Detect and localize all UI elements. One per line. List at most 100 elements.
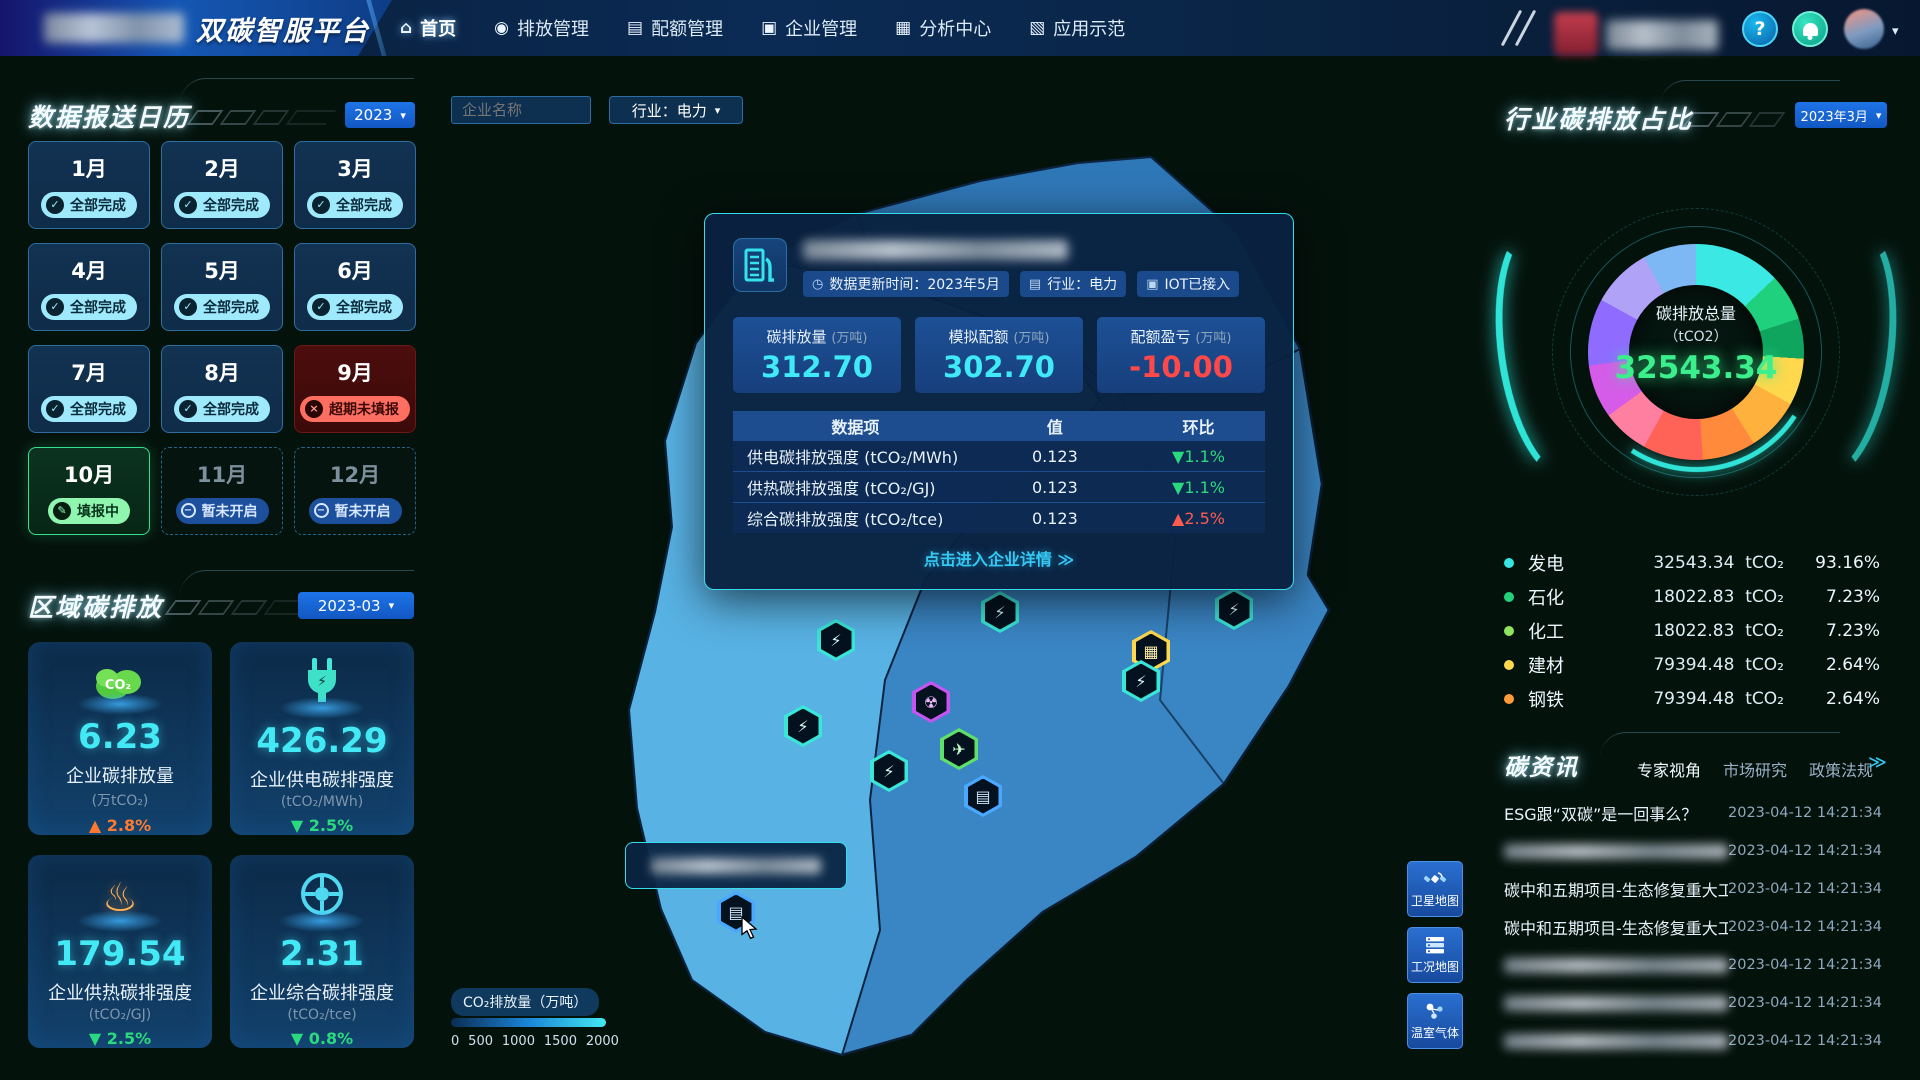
nav-item-analysis-center[interactable]: ▦ 分析中心: [895, 15, 991, 41]
stat-emission: 碳排放量 (万吨) 312.70: [733, 317, 901, 393]
server-stack-icon: [1424, 935, 1446, 955]
news-title-redacted: [1504, 996, 1728, 1011]
news-item-redacted[interactable]: 2023-04-12 14:21:34: [1504, 946, 1882, 984]
news-item[interactable]: 碳中和五期项目-生态修复重大工程 2023-04-12 14:21:34: [1504, 908, 1882, 946]
month-card-feb[interactable]: 2月 ✓全部完成: [161, 141, 283, 229]
nav-item-home[interactable]: ⌂ 首页: [400, 15, 456, 41]
metric-card-emission: CO₂ 6.23 企业碳排放量 (万tCO₂) ▲ 2.8%: [28, 642, 212, 835]
industry-filter-select[interactable]: 行业：电力▾: [609, 96, 743, 124]
news-item-redacted[interactable]: 2023-04-12 14:21:34: [1504, 984, 1882, 1022]
month-card-oct[interactable]: 10月 ✎填报中: [28, 447, 150, 535]
chevron-down-icon: ▾: [1876, 109, 1882, 122]
popup-data-table: 数据项 值 环比 供电碳排放强度 (tCO₂/MWh) 0.123 ▼1.1% …: [733, 411, 1265, 533]
factory-grid-icon: ▦: [1143, 642, 1158, 661]
industry-legend: 发电 32543.34 tCO₂ 93.16% 石化 18022.83 tCO₂…: [1504, 546, 1880, 716]
region-period-select[interactable]: 2023-03▾: [298, 592, 414, 619]
donut-center-text: 碳排放总量 （tCO2） 32543.34: [1596, 300, 1796, 386]
edit-circle-icon: ✎: [53, 502, 71, 520]
news-tabs: 专家视角 市场研究 政策法规: [1637, 757, 1873, 781]
check-circle-icon: ✓: [46, 400, 64, 418]
product-title: 双碳智服平台: [196, 9, 370, 48]
molecule-icon: [1424, 1001, 1446, 1021]
news-more-link[interactable]: ≫: [1868, 752, 1887, 773]
down-arrow-icon: ▼: [1172, 478, 1184, 497]
company-search-input[interactable]: [451, 96, 591, 124]
lightning-icon: ⚡: [994, 603, 1005, 622]
user-avatar[interactable]: [1844, 9, 1884, 49]
calendar-year-select[interactable]: 2023▾: [345, 102, 415, 128]
analysis-icon: ▦: [895, 18, 911, 38]
check-circle-icon: ✓: [179, 196, 197, 214]
minus-circle-icon: −: [314, 503, 329, 518]
chevron-down-icon: ▾: [715, 104, 721, 117]
industry-panel-title: 行业碳排放占比: [1504, 100, 1693, 136]
header-right: ? ▾: [1500, 0, 1920, 56]
month-card-mar[interactable]: 3月 ✓全部完成: [294, 141, 416, 229]
lightning-icon: ⚡: [883, 762, 894, 781]
nav-item-quota-mgmt[interactable]: ▤ 配额管理: [627, 15, 723, 41]
month-card-jun[interactable]: 6月 ✓全部完成: [294, 243, 416, 331]
region-panel-title: 区域碳排放: [28, 588, 163, 624]
enterprise-detail-link[interactable]: 点击进入企业详情 ≫: [733, 546, 1265, 570]
tab-market-research[interactable]: 市场研究: [1723, 757, 1787, 781]
layer-button-greenhouse-gas[interactable]: 温室气体: [1407, 993, 1463, 1049]
month-card-apr[interactable]: 4月 ✓全部完成: [28, 243, 150, 331]
down-arrow-icon: ▼: [89, 1029, 101, 1048]
title-slashes-decor: [192, 110, 331, 125]
nav-item-enterprise-mgmt[interactable]: ▣ 企业管理: [761, 15, 857, 41]
user-menu-caret[interactable]: ▾: [1892, 24, 1899, 39]
tab-policy-regulation[interactable]: 政策法规: [1809, 757, 1873, 781]
month-card-may[interactable]: 5月 ✓全部完成: [161, 243, 283, 331]
stat-quota-balance: 配额盈亏 (万吨) -10.00: [1097, 317, 1265, 393]
month-card-jul[interactable]: 7月 ✓全部完成: [28, 345, 150, 433]
metric-card-composite-intensity: 2.31 企业综合碳排强度 (tCO₂/tce) ▼ 0.8%: [230, 855, 414, 1048]
radiation-icon: ☢: [924, 693, 938, 712]
month-card-sep[interactable]: 9月 ×超期未填报: [294, 345, 416, 433]
check-circle-icon: ✓: [312, 298, 330, 316]
up-arrow-icon: ▲: [1172, 509, 1184, 528]
status-badge: ✓全部完成: [174, 396, 270, 422]
status-badge: ✓全部完成: [307, 192, 403, 218]
update-time-badge: ◷ 数据更新时间：2023年5月: [803, 271, 1009, 297]
legend-row-building-materials: 建材 79394.48 tCO₂ 2.64%: [1504, 648, 1880, 682]
tab-expert-view[interactable]: 专家视角: [1637, 757, 1701, 781]
iot-badge: ▣ IOT已接入: [1137, 271, 1239, 297]
minus-circle-icon: −: [181, 503, 196, 518]
month-card-jan[interactable]: 1月 ✓全部完成: [28, 141, 150, 229]
status-badge: −暂未开启: [309, 498, 402, 524]
month-card-aug[interactable]: 8月 ✓全部完成: [161, 345, 283, 433]
status-badge: ✓全部完成: [307, 294, 403, 320]
help-button[interactable]: ?: [1742, 11, 1778, 47]
news-item[interactable]: ESG跟“双碳”是一回事么？ 2023-04-12 14:21:34: [1504, 794, 1882, 832]
news-item-redacted[interactable]: 2023-04-12 14:21:34: [1504, 1022, 1882, 1060]
delta-badge: ▼ 2.5%: [89, 1029, 151, 1048]
legend-row-petrochemical: 石化 18022.83 tCO₂ 7.23%: [1504, 580, 1880, 614]
legend-row-steel: 钢铁 79394.48 tCO₂ 2.64%: [1504, 682, 1880, 716]
news-title-redacted: [1504, 1034, 1728, 1049]
change-cell: ▼1.1%: [1132, 478, 1265, 497]
layer-button-satellite[interactable]: 卫星地图: [1407, 861, 1463, 917]
emission-icon: ◉: [494, 18, 509, 38]
title-arc-decor: [180, 78, 414, 104]
lightning-icon: ⚡: [797, 717, 808, 736]
month-card-nov[interactable]: 11月 −暂未开启: [161, 447, 283, 535]
nav-item-emission-mgmt[interactable]: ◉ 排放管理: [494, 15, 589, 41]
metric-card-power-intensity: ⚡ 426.29 企业供电碳排强度 (tCO₂/MWh) ▼ 2.5%: [230, 642, 414, 835]
notifications-button[interactable]: [1792, 11, 1828, 47]
news-panel-title: 碳资讯: [1504, 748, 1579, 782]
status-badge: ✓全部完成: [174, 294, 270, 320]
change-cell: ▼1.1%: [1132, 447, 1265, 466]
industry-badge: ▤ 行业：电力: [1020, 271, 1126, 297]
home-icon: ⌂: [400, 18, 412, 38]
news-item-redacted[interactable]: 2023-04-12 14:21:34: [1504, 832, 1882, 870]
layer-button-operating-condition[interactable]: 工况地图: [1407, 927, 1463, 983]
month-card-dec[interactable]: 12月 −暂未开启: [294, 447, 416, 535]
status-badge: ✓全部完成: [174, 192, 270, 218]
legend-dot: [1504, 626, 1514, 636]
calendar-panel-title: 数据报送日历: [28, 98, 190, 134]
industry-period-select[interactable]: 2023年3月▾: [1795, 102, 1887, 128]
delta-badge: ▼ 2.5%: [291, 816, 353, 835]
nav-item-app-demo[interactable]: ▧ 应用示范: [1029, 15, 1125, 41]
map-hover-tooltip: [625, 842, 847, 889]
news-item[interactable]: 碳中和五期项目-生态修复重大工程... 2023-04-12 14:21:34: [1504, 870, 1882, 908]
